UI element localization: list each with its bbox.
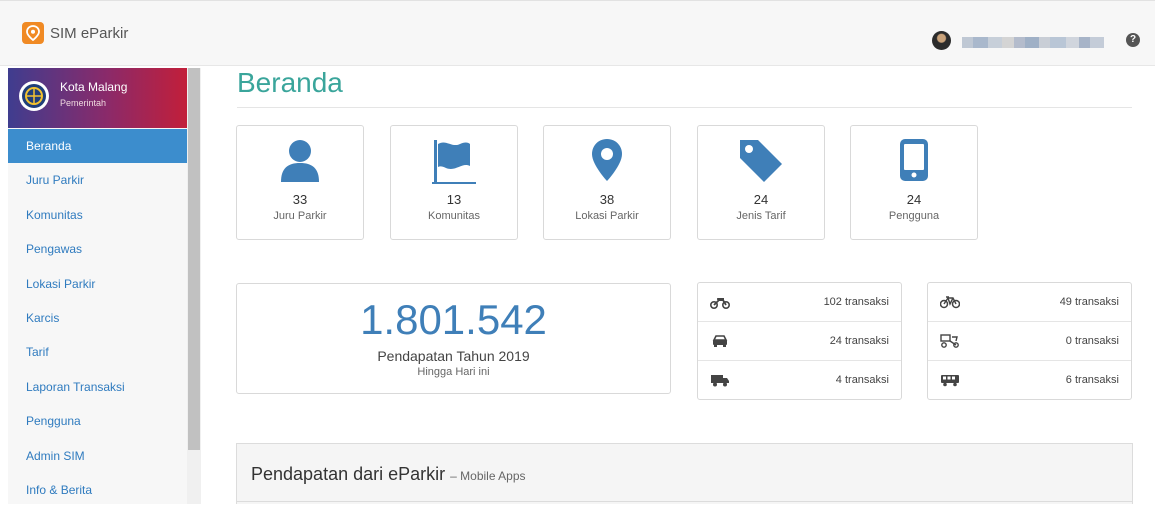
transaction-count: 0 transaksi	[1065, 335, 1119, 347]
stat-label: Juru Parkir	[273, 210, 327, 222]
sidebar-profile: Kota Malang Pemerintah	[8, 68, 187, 128]
transaction-row-bus: 6 transaksi	[928, 361, 1131, 400]
transaction-count: 49 transaksi	[1059, 296, 1119, 308]
flag-icon	[391, 138, 517, 184]
stat-label: Pengguna	[888, 210, 940, 222]
sidebar-item-pengawas[interactable]: Pengawas	[8, 232, 187, 266]
stat-value: 24	[906, 192, 922, 207]
profile-role: Pemerintah	[60, 98, 107, 108]
car-icon	[710, 334, 730, 348]
revenue-card: 1.801.542 Pendapatan Tahun 2019 Hingga H…	[236, 283, 671, 394]
revenue-label: Pendapatan Tahun 2019	[377, 348, 530, 364]
stat-label: Komunitas	[428, 210, 480, 222]
transaction-count: 4 transaksi	[835, 374, 889, 386]
city-emblem-icon	[19, 81, 49, 111]
stat-card-lokasi-parkir[interactable]: 38 Lokasi Parkir	[543, 125, 671, 240]
sidebar-item-komunitas[interactable]: Komunitas	[8, 198, 187, 232]
revenue-panel: Pendapatan dari eParkir – Mobile Apps	[236, 443, 1133, 504]
transaction-count: 24 transaksi	[829, 335, 889, 347]
revenue-sublabel: Hingga Hari ini	[417, 366, 490, 378]
help-icon[interactable]: ?	[1126, 33, 1140, 47]
transaction-row-car: 24 transaksi	[698, 322, 901, 361]
sidebar-item-info-berita[interactable]: Info & Berita	[8, 473, 187, 507]
transaction-row-truck: 4 transaksi	[698, 361, 901, 400]
brand[interactable]: SIM eParkir	[22, 22, 128, 44]
stat-card-komunitas[interactable]: 13 Komunitas	[390, 125, 518, 240]
transaction-row-tricycle: 0 transaksi	[928, 322, 1131, 361]
stat-label: Lokasi Parkir	[575, 210, 639, 222]
revenue-value: 1.801.542	[360, 296, 547, 343]
panel-subtitle: – Mobile Apps	[450, 469, 526, 483]
title-divider	[237, 107, 1132, 108]
sidebar: Kota Malang Pemerintah Beranda Juru Park…	[8, 68, 201, 504]
bus-icon	[940, 373, 960, 387]
user-icon	[237, 138, 363, 184]
truck-icon	[710, 373, 730, 387]
tag-icon	[698, 138, 824, 184]
sidebar-item-beranda[interactable]: Beranda	[8, 129, 187, 164]
motorcycle-icon	[709, 295, 731, 310]
stat-value: 24	[753, 192, 769, 207]
transaction-row-bicycle: 49 transaksi	[928, 283, 1131, 322]
panel-title: Pendapatan dari eParkir – Mobile Apps	[251, 464, 526, 485]
sidebar-item-laporan-transaksi[interactable]: Laporan Transaksi	[8, 370, 187, 404]
app-title: SIM eParkir	[50, 24, 129, 42]
bicycle-icon	[939, 295, 961, 309]
user-name-redacted[interactable]	[962, 37, 1104, 48]
sidebar-item-pengguna[interactable]: Pengguna	[8, 404, 187, 438]
sidebar-item-lokasi-parkir[interactable]: Lokasi Parkir	[8, 267, 187, 301]
stat-value: 38	[599, 192, 615, 207]
stat-label: Jenis Tarif	[736, 210, 786, 222]
stat-card-pengguna[interactable]: 24 Pengguna	[850, 125, 978, 240]
sidebar-scrollbar[interactable]	[187, 68, 201, 504]
transaction-count: 102 transaksi	[823, 296, 889, 308]
sidebar-item-admin-sim[interactable]: Admin SIM	[8, 439, 187, 473]
panel-title-text: Pendapatan dari eParkir	[251, 464, 446, 484]
eparkir-logo-icon	[22, 22, 44, 44]
top-navbar: SIM eParkir ?	[0, 0, 1155, 66]
stat-card-juru-parkir[interactable]: 33 Juru Parkir	[236, 125, 364, 240]
page-title: Beranda	[237, 67, 343, 98]
profile-name: Kota Malang	[60, 80, 128, 94]
sidebar-item-tarif[interactable]: Tarif	[8, 335, 187, 369]
sidebar-nav: Beranda Juru Parkir Komunitas Pengawas L…	[8, 129, 187, 507]
tricycle-icon	[940, 334, 960, 348]
sidebar-scrollbar-thumb[interactable]	[188, 68, 200, 450]
sidebar-item-juru-parkir[interactable]: Juru Parkir	[8, 163, 187, 197]
stat-card-jenis-tarif[interactable]: 24 Jenis Tarif	[697, 125, 825, 240]
transaction-row-motorcycle: 102 transaksi	[698, 283, 901, 322]
user-avatar[interactable]	[932, 31, 951, 50]
transaction-summary-left: 102 transaksi 24 transaksi 4 transaksi	[697, 282, 902, 400]
mobile-phone-icon	[851, 138, 977, 184]
sidebar-item-karcis[interactable]: Karcis	[8, 301, 187, 335]
panel-divider	[237, 501, 1132, 502]
map-marker-icon	[544, 138, 670, 184]
transaction-summary-right: 49 transaksi 0 transaksi 6 transaksi	[927, 282, 1132, 400]
transaction-count: 6 transaksi	[1065, 374, 1119, 386]
stat-value: 33	[292, 192, 308, 207]
stat-value: 13	[446, 192, 462, 207]
